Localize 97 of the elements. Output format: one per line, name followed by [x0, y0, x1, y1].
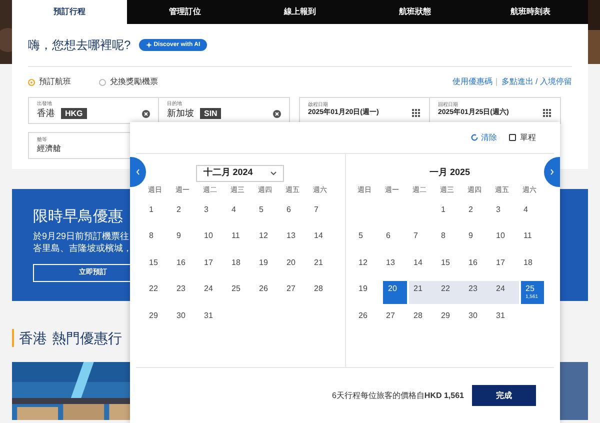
calendar-icon	[412, 109, 421, 118]
section-city: 香港	[19, 328, 47, 348]
calendar-day[interactable]: 22	[144, 281, 172, 304]
calendar-day[interactable]: 30	[172, 308, 199, 331]
calendar-day[interactable]: 13	[282, 228, 309, 252]
promo-text: 峇里島、吉隆坡或檳城，	[33, 242, 132, 254]
calendar-day[interactable]: 5	[354, 228, 381, 252]
calendar-day[interactable]: 4	[518, 202, 546, 225]
calendar-day[interactable]: 22	[436, 281, 464, 304]
calendar-day[interactable]: 23	[172, 281, 199, 304]
calendar-day[interactable]: 7	[309, 202, 336, 225]
clear-icon[interactable]	[142, 110, 150, 118]
promo-text: 於9月29日前預訂機票往	[33, 230, 130, 242]
nav-tab[interactable]: 航班時刻表	[472, 0, 588, 24]
calendar-day[interactable]: 16	[464, 254, 491, 278]
calendar-day[interactable]: 8	[144, 228, 172, 252]
calendar-day[interactable]: 20	[282, 254, 309, 278]
calendar-day[interactable]: 4	[226, 202, 254, 225]
calendar-day[interactable]: 8	[436, 228, 464, 252]
calendar-day[interactable]: 24	[491, 281, 518, 304]
calendar-day[interactable]: 10	[199, 228, 226, 252]
section-title: 熱門優惠行	[52, 328, 122, 348]
calendar-day[interactable]: 19	[354, 281, 381, 304]
clear-button[interactable]: 清除	[471, 132, 497, 144]
trip-type-radio[interactable]: 預訂航班	[28, 76, 71, 88]
calendar-day[interactable]: 23	[464, 281, 491, 304]
calendar-day[interactable]: 31	[199, 308, 226, 331]
calendar-day[interactable]: 1	[436, 202, 464, 225]
calendar-day[interactable]: 3	[491, 202, 518, 225]
calendar-day[interactable]: 6	[381, 228, 408, 252]
nav-tab[interactable]: 線上報到	[242, 0, 358, 24]
sparkle-icon	[146, 42, 152, 48]
calendar-day[interactable]: 16	[172, 254, 199, 278]
calendar-day[interactable]: 25	[226, 281, 254, 304]
chevron-right-icon	[550, 169, 554, 175]
calendar-day[interactable]: 10	[491, 228, 518, 252]
calendar-day[interactable]: 21	[408, 281, 436, 304]
airport-code: SIN	[200, 108, 222, 119]
option-link[interactable]: 使用優惠碼	[452, 76, 492, 88]
calendar-day[interactable]: 19	[254, 254, 282, 278]
calendar-day[interactable]: 18	[518, 254, 546, 278]
calendar-day[interactable]: 2	[464, 202, 491, 225]
calendar-day[interactable]: 11	[518, 228, 546, 252]
calendar-day[interactable]: 29	[436, 308, 464, 331]
one-way-checkbox[interactable]: 單程	[509, 132, 536, 144]
nav-tab[interactable]: 預訂行程	[12, 0, 128, 24]
previous-month-button[interactable]	[130, 157, 146, 187]
calendar-day[interactable]: 27	[282, 281, 309, 304]
calendar-day[interactable]: 5	[254, 202, 282, 225]
calendar-day[interactable]: 21	[309, 254, 336, 278]
chevron-left-icon	[136, 169, 140, 175]
calendar-day[interactable]: 31	[491, 308, 518, 331]
option-link[interactable]: 多點進出 / 入境停留	[501, 76, 572, 88]
greeting-text: 嗨，您想去哪裡呢?	[28, 37, 131, 54]
calendar-day[interactable]: 9	[172, 228, 199, 252]
calendar-day[interactable]: 9	[464, 228, 491, 252]
calendar-day[interactable]: 12	[354, 254, 381, 278]
chevron-down-icon	[270, 170, 278, 176]
calendar-day[interactable]: 27	[381, 308, 408, 331]
calendar-day[interactable]: 17	[199, 254, 226, 278]
month-dropdown[interactable]: 十二月 2024	[196, 164, 284, 182]
airport-code: HKG	[61, 108, 87, 119]
calendar-day[interactable]: 17	[491, 254, 518, 278]
price-summary: 6天行程每位旅客的價格自HKD 1,561	[332, 390, 464, 402]
calendar-day[interactable]: 1	[144, 202, 172, 225]
nav-tab[interactable]: 航班狀態	[358, 0, 473, 24]
calendar-day[interactable]: 30	[464, 308, 491, 331]
done-button[interactable]: 完成	[472, 385, 536, 406]
calendar-day[interactable]: 15	[436, 254, 464, 278]
calendar-day[interactable]: 26	[254, 281, 282, 304]
nav-tab[interactable]: 管理訂位	[127, 0, 242, 24]
refresh-icon	[471, 134, 478, 141]
cabin-value: 經濟艙	[37, 142, 62, 154]
clear-icon[interactable]	[273, 110, 281, 118]
calendar-day[interactable]: 29	[144, 308, 172, 331]
month-title: 一月 2025	[429, 166, 470, 180]
calendar-day[interactable]: 3	[199, 202, 226, 225]
calendar-day[interactable]: 18	[226, 254, 254, 278]
calendar-day[interactable]: 26	[354, 308, 381, 331]
calendar-day[interactable]: 12	[254, 228, 282, 252]
promo-title: 限時早鳥優惠	[33, 206, 123, 226]
calendar-day[interactable]: 14	[408, 254, 436, 278]
calendar-day[interactable]: 20	[383, 281, 406, 304]
next-month-button[interactable]	[544, 157, 560, 187]
origin-city: 香港	[37, 106, 55, 120]
calendar-day[interactable]: 24	[199, 281, 226, 304]
calendar-day[interactable]: 28	[309, 281, 336, 304]
calendar-day[interactable]: 2	[172, 202, 199, 225]
calendar-icon	[543, 109, 552, 118]
calendar-day[interactable]: 11	[226, 228, 254, 252]
calendar-day[interactable]: 7	[408, 228, 436, 252]
calendar-day[interactable]: 28	[408, 308, 436, 331]
trip-type-radio[interactable]: 兌換獎勵機票	[99, 76, 158, 88]
destination-city: 新加坡	[167, 106, 194, 120]
calendar-day[interactable]: 13	[381, 254, 408, 278]
calendar-day[interactable]: 6	[282, 202, 309, 225]
calendar-day[interactable]: 14	[309, 228, 336, 252]
